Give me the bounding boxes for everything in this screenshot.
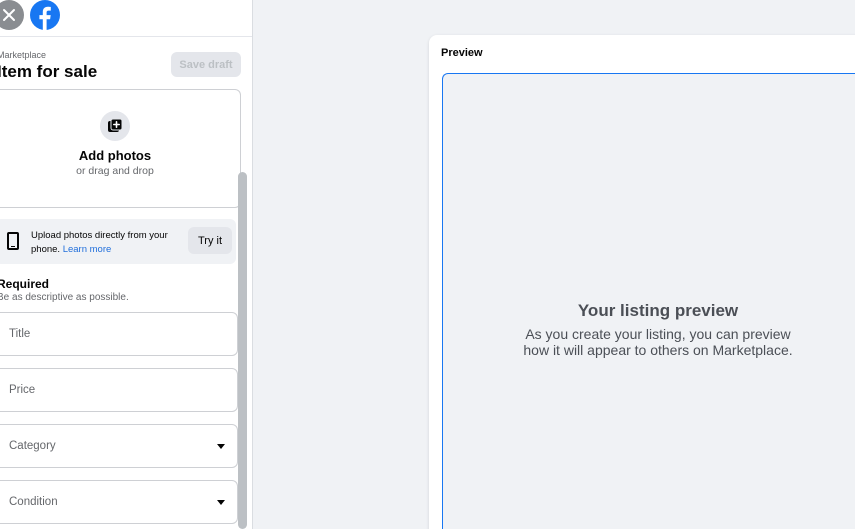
drag-drop-label: or drag and drop — [76, 165, 154, 177]
title-field-label: Title — [9, 328, 31, 340]
close-button[interactable] — [0, 0, 24, 30]
facebook-logo-icon[interactable] — [30, 0, 60, 30]
header-divider — [0, 36, 252, 37]
required-subtext: Be as descriptive as possible. — [0, 292, 129, 303]
close-icon — [3, 9, 15, 21]
learn-more-link[interactable]: Learn more — [63, 244, 112, 255]
left-sidebar: Marketplace Item for sale Save draft Add… — [0, 0, 253, 529]
preview-card: Preview — [429, 35, 855, 529]
price-field-label: Price — [9, 384, 36, 396]
condition-dropdown-label: Condition — [9, 496, 58, 508]
preview-description-line1: As you create your listing, you can prev… — [525, 326, 791, 342]
try-it-button[interactable]: Try it — [188, 227, 232, 254]
breadcrumb[interactable]: Marketplace — [0, 50, 46, 60]
condition-dropdown[interactable]: Condition — [0, 480, 238, 524]
save-draft-button[interactable]: Save draft — [171, 52, 241, 77]
upload-banner-text: Upload photos directly from your phone. … — [31, 229, 181, 257]
preview-description: As you create your listing, you can prev… — [429, 326, 855, 358]
title-field[interactable]: Title — [0, 312, 238, 356]
category-dropdown[interactable]: Category — [0, 424, 238, 468]
add-photos-label: Add photos — [78, 148, 152, 163]
phone-icon — [7, 232, 19, 250]
sidebar-scrollbar[interactable] — [238, 172, 247, 529]
add-photos-dropzone[interactable]: Add photos or drag and drop — [0, 89, 241, 208]
preview-heading: Preview — [441, 47, 483, 59]
upload-from-phone-banner: Upload photos directly from your phone. … — [0, 219, 236, 264]
page-title: Item for sale — [0, 62, 98, 81]
preview-title: Your listing preview — [577, 301, 739, 320]
price-field[interactable]: Price — [0, 368, 238, 412]
add-photo-icon — [100, 111, 130, 141]
category-dropdown-label: Category — [9, 440, 56, 452]
required-heading: Required — [0, 277, 50, 291]
top-icons — [0, 0, 60, 30]
caret-down-icon — [217, 500, 225, 505]
preview-description-line2: how it will appear to others on Marketpl… — [523, 342, 793, 358]
caret-down-icon — [217, 444, 225, 449]
